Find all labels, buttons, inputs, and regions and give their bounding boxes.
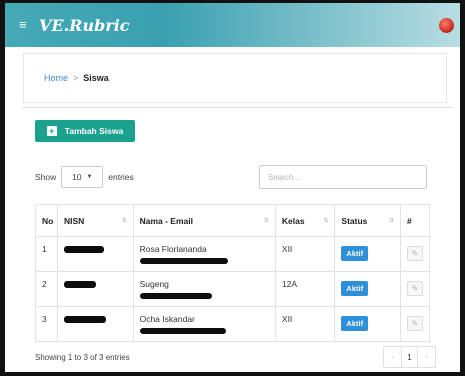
header-no[interactable]: No — [35, 204, 58, 237]
breadcrumb-separator: > — [73, 73, 79, 83]
header-kelas[interactable]: Kelas ⇅ — [274, 204, 336, 237]
screenshot-frame: ≡ VE.Rubric Home > Siswa + Tambah Siswa … — [0, 0, 465, 376]
pagination-next[interactable]: › — [418, 347, 435, 367]
cell-nama-email: Ocha Iskandar — [132, 306, 276, 342]
plus-square-icon: + — [46, 126, 57, 136]
header-status-label: Status — [341, 215, 368, 226]
sort-icon: ⇅ — [121, 218, 127, 224]
entries-select-value: 10 — [72, 172, 82, 182]
app-window: ≡ VE.Rubric Home > Siswa + Tambah Siswa … — [5, 3, 460, 372]
header-actions-label: # — [406, 215, 412, 226]
header-nama-email-label: Nama - Email — [139, 215, 193, 226]
student-name: Ocha Iskandar — [139, 314, 195, 324]
cell-status: Aktif — [334, 306, 401, 342]
entries-label: entries — [108, 172, 134, 182]
cell-actions: ✎ — [399, 306, 431, 342]
cell-kelas: 12A — [274, 271, 336, 307]
cell-status: Aktif — [334, 271, 401, 307]
cell-nisn — [56, 306, 134, 342]
students-table: No NISN ⇅ Nama - Email ⇅ Kelas ⇅ Status … — [35, 204, 431, 342]
entries-length-control: Show 10 ▼ entries — [35, 166, 134, 188]
student-name: Sugeng — [139, 279, 169, 289]
cell-actions: ✎ — [399, 271, 431, 307]
cell-nisn — [56, 271, 134, 307]
table-row: 1 Rosa Florlananda XII Aktif ✎ — [35, 236, 431, 272]
header-nama-email[interactable]: Nama - Email ⇅ — [132, 204, 276, 237]
header-actions: # — [399, 204, 431, 237]
table-row: 2 Sugeng 12A Aktif ✎ — [35, 271, 431, 307]
edit-icon[interactable]: ✎ — [406, 316, 423, 331]
cell-nama-email: Rosa Florlananda — [132, 236, 276, 272]
cell-kelas: XII — [274, 236, 336, 272]
breadcrumb-current: Siswa — [83, 73, 109, 83]
content-card: + Tambah Siswa Show 10 ▼ entries Search.… — [23, 107, 453, 369]
caret-down-icon: ▼ — [86, 174, 93, 180]
status-badge[interactable]: Aktif — [341, 281, 369, 296]
cell-no: 1 — [35, 236, 58, 272]
edit-icon[interactable]: ✎ — [406, 246, 423, 261]
top-navbar: ≡ VE.Rubric — [5, 3, 460, 47]
student-name: Rosa Florlananda — [139, 244, 207, 254]
header-no-label: No — [42, 215, 54, 226]
header-kelas-label: Kelas — [281, 215, 305, 226]
header-nisn[interactable]: NISN ⇅ — [56, 204, 134, 237]
breadcrumb: Home > Siswa — [23, 53, 447, 103]
search-input[interactable]: Search... — [259, 165, 427, 189]
cell-actions: ✎ — [399, 236, 431, 272]
redacted-email — [139, 328, 226, 334]
redacted-nisn — [63, 281, 96, 288]
pagination-prev[interactable]: ‹ — [384, 347, 401, 367]
table-row: 3 Ocha Iskandar XII Aktif ✎ — [35, 306, 431, 342]
cell-nisn — [56, 236, 134, 272]
table-header-row: No NISN ⇅ Nama - Email ⇅ Kelas ⇅ Status … — [35, 204, 431, 237]
sort-icon: ⇅ — [323, 218, 329, 224]
search-placeholder: Search... — [268, 172, 301, 182]
sort-icon: ⇅ — [388, 218, 394, 224]
user-avatar[interactable] — [439, 18, 454, 33]
table-info: Showing 1 to 3 of 3 entries — [35, 353, 130, 362]
brand-logo[interactable]: VE.Rubric — [39, 16, 130, 35]
add-student-button[interactable]: + Tambah Siswa — [35, 120, 135, 142]
redacted-email — [139, 258, 228, 264]
edit-icon[interactable]: ✎ — [406, 281, 423, 296]
header-nisn-label: NISN — [63, 215, 85, 226]
hamburger-icon[interactable]: ≡ — [19, 17, 35, 33]
sort-icon: ⇅ — [263, 218, 269, 224]
header-status[interactable]: Status ⇅ — [334, 204, 401, 237]
redacted-nisn — [63, 316, 106, 323]
show-label: Show — [35, 172, 57, 182]
redacted-email — [139, 293, 212, 299]
pagination-page[interactable]: 1 — [401, 347, 418, 367]
cell-no: 3 — [35, 306, 58, 342]
add-student-label: Tambah Siswa — [64, 126, 124, 136]
pagination: ‹ 1 › — [383, 346, 436, 368]
cell-no: 2 — [35, 271, 58, 307]
status-badge[interactable]: Aktif — [341, 316, 369, 331]
cell-kelas: XII — [274, 306, 336, 342]
cell-nama-email: Sugeng — [132, 271, 276, 307]
redacted-nisn — [63, 246, 104, 253]
breadcrumb-home-link[interactable]: Home — [44, 73, 68, 83]
cell-status: Aktif — [334, 236, 401, 272]
entries-select[interactable]: 10 ▼ — [61, 166, 104, 188]
status-badge[interactable]: Aktif — [341, 246, 369, 261]
